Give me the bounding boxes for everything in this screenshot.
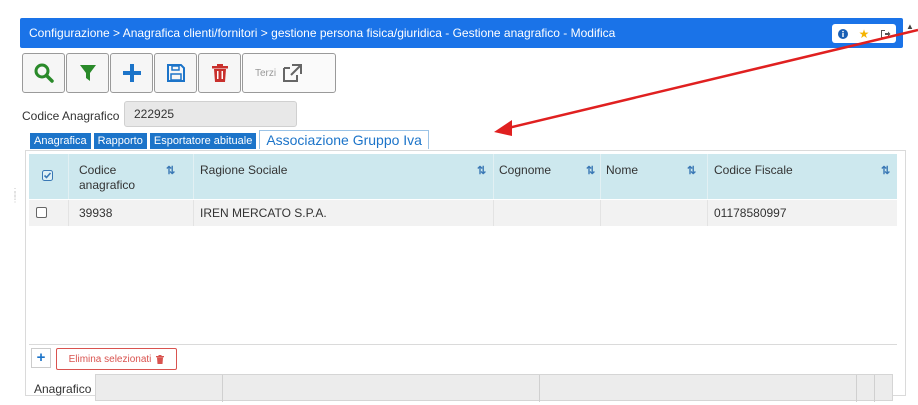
table-bottom-border	[29, 344, 897, 345]
sort-icon[interactable]: ⇅	[687, 164, 696, 177]
search-icon	[34, 63, 54, 83]
cell-nome	[601, 200, 708, 226]
tab-esportatore-abituale[interactable]: Esportatore abituale	[149, 133, 257, 149]
field-divider	[222, 375, 223, 402]
row-select-cell	[29, 200, 69, 226]
search-button[interactable]	[22, 53, 65, 93]
info-icon[interactable]	[835, 28, 851, 39]
column-header-codice[interactable]: Codice anagrafico ⇅	[69, 154, 194, 199]
sort-icon[interactable]: ⇅	[166, 164, 175, 179]
tab-anagrafica[interactable]: Anagrafica	[30, 133, 91, 149]
tab-rapporto[interactable]: Rapporto	[93, 133, 147, 149]
cell-cognome	[494, 200, 601, 226]
title-bar: Configurazione > Anagrafica clienti/forn…	[20, 18, 903, 48]
select-all-header[interactable]	[29, 154, 69, 199]
table-row[interactable]: 39938 IREN MERCATO S.P.A. 01178580997	[29, 200, 897, 226]
add-row-button[interactable]: +	[31, 348, 51, 368]
external-link-icon	[283, 64, 303, 82]
logout-icon[interactable]	[877, 29, 893, 39]
filter-icon	[79, 65, 96, 81]
star-icon[interactable]: ★	[856, 27, 872, 41]
row-checkbox[interactable]	[36, 207, 47, 218]
tab-associazione-gruppo-iva[interactable]: Associazione Gruppo Iva	[259, 130, 429, 149]
scroll-up-icon[interactable]: ▲	[906, 22, 914, 31]
column-label-cognome: Cognome	[499, 163, 552, 177]
terzi-label: Terzi	[255, 67, 277, 79]
codice-anagrafico-label: Codice Anagrafico	[22, 109, 120, 123]
checkbox-checked-icon[interactable]	[42, 170, 53, 181]
delete-button[interactable]	[198, 53, 241, 93]
field-divider	[856, 375, 857, 402]
cell-codice-fiscale: 01178580997	[714, 206, 787, 220]
title-icons: ★	[832, 24, 896, 43]
column-label-codice-fiscale: Codice Fiscale	[714, 163, 793, 177]
field-divider	[874, 375, 875, 402]
cell-codice: 39938	[69, 200, 194, 226]
anagrafico-fields	[95, 374, 893, 402]
field-divider	[539, 375, 540, 402]
sort-icon[interactable]: ⇅	[881, 164, 890, 177]
column-header-codice-fiscale[interactable]: Codice Fiscale ⇅	[708, 154, 897, 199]
save-icon	[166, 64, 185, 82]
terzi-button[interactable]: Terzi	[242, 53, 336, 93]
column-label-nome: Nome	[606, 163, 639, 177]
codice-anagrafico-field: 222925	[124, 101, 297, 127]
sort-icon[interactable]: ⇅	[586, 164, 595, 177]
column-header-ragione-sociale[interactable]: Ragione Sociale ⇅	[194, 154, 494, 199]
anagrafico-label: Anagrafico	[34, 382, 92, 396]
resize-grip-icon[interactable]: ⋮ ⋮ ⋮	[11, 188, 19, 222]
table-header: Codice anagrafico ⇅ Ragione Sociale ⇅ Co…	[29, 154, 897, 199]
tab-bar: Anagrafica Rapporto Esportatore abituale…	[30, 130, 432, 149]
column-label-codice: Codice anagrafico	[79, 163, 136, 192]
trash-icon	[211, 64, 228, 82]
save-button[interactable]	[154, 53, 197, 93]
plus-icon: +	[36, 349, 46, 366]
plus-icon	[122, 64, 141, 82]
delete-selected-button[interactable]: Elimina selezionati	[56, 348, 177, 370]
column-header-cognome[interactable]: Cognome ⇅	[494, 154, 601, 199]
delete-selected-label: Elimina selezionati	[68, 353, 152, 365]
toolbar: Terzi	[22, 53, 358, 93]
trash-icon	[156, 354, 165, 364]
breadcrumb-title: Configurazione > Anagrafica clienti/forn…	[29, 26, 616, 40]
add-button[interactable]	[110, 53, 153, 93]
column-label-ragione-sociale: Ragione Sociale	[200, 163, 288, 177]
column-header-nome[interactable]: Nome ⇅	[601, 154, 708, 199]
filter-button[interactable]	[66, 53, 109, 93]
sort-icon[interactable]: ⇅	[477, 164, 486, 177]
cell-ragione-sociale: IREN MERCATO S.P.A.	[194, 200, 494, 226]
